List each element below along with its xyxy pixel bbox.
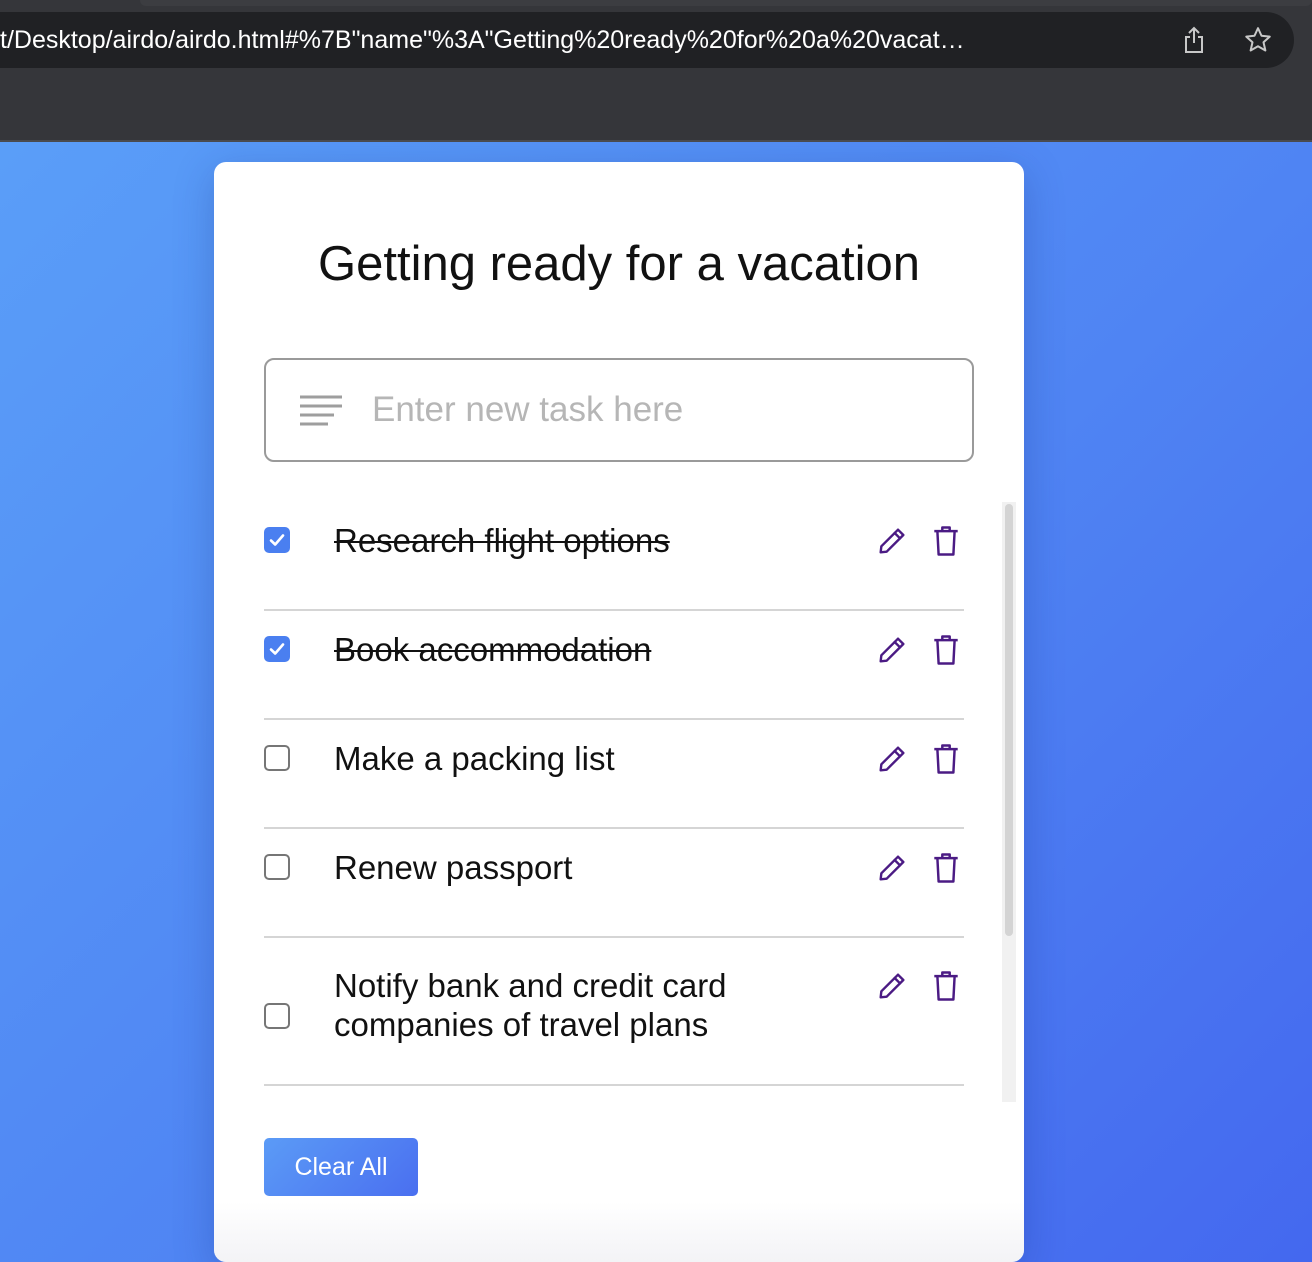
task-label: Confirm rental car or transportation bbox=[334, 1101, 854, 1103]
delete-task-button[interactable] bbox=[926, 966, 966, 1006]
check-icon bbox=[269, 534, 285, 546]
task-checkbox[interactable] bbox=[264, 1003, 290, 1029]
task-row: Book accommodation bbox=[264, 611, 964, 720]
delete-task-button[interactable] bbox=[926, 1101, 966, 1103]
task-label: Make a packing list bbox=[334, 740, 615, 777]
task-list[interactable]: Research flight options Book accommodatio… bbox=[264, 502, 1024, 1102]
edit-task-button[interactable] bbox=[872, 848, 912, 888]
bookmark-button[interactable] bbox=[1240, 22, 1276, 58]
clear-all-button[interactable]: Clear All bbox=[264, 1138, 418, 1196]
trash-icon bbox=[934, 853, 958, 883]
pencil-icon bbox=[879, 855, 905, 881]
task-row: Research flight options bbox=[264, 502, 964, 611]
delete-task-button[interactable] bbox=[926, 630, 966, 670]
edit-task-button[interactable] bbox=[872, 739, 912, 779]
text-lines-icon bbox=[300, 395, 342, 426]
pencil-icon bbox=[879, 528, 905, 554]
edit-task-button[interactable] bbox=[872, 521, 912, 561]
pencil-icon bbox=[879, 973, 905, 999]
delete-task-button[interactable] bbox=[926, 521, 966, 561]
address-bar[interactable]: t/Desktop/airdo/airdo.html#%7B"name"%3A"… bbox=[0, 12, 1294, 68]
new-task-field[interactable] bbox=[264, 358, 974, 462]
trash-icon bbox=[934, 971, 958, 1001]
task-label: Renew passport bbox=[334, 849, 573, 886]
pencil-icon bbox=[879, 637, 905, 663]
task-label: Research flight options bbox=[334, 522, 670, 559]
page-background: Getting ready for a vacation Research fl… bbox=[0, 142, 1312, 1262]
task-checkbox[interactable] bbox=[264, 854, 290, 880]
task-checkbox[interactable] bbox=[264, 527, 290, 553]
task-list-scrollbar[interactable] bbox=[1002, 502, 1016, 1102]
star-icon bbox=[1245, 27, 1271, 52]
pencil-icon bbox=[879, 746, 905, 772]
task-label: Book accommodation bbox=[334, 631, 652, 668]
new-task-input[interactable] bbox=[372, 360, 952, 460]
address-bar-url[interactable]: t/Desktop/airdo/airdo.html#%7B"name"%3A"… bbox=[0, 12, 1160, 68]
edit-task-button[interactable] bbox=[872, 1101, 912, 1103]
delete-task-button[interactable] bbox=[926, 739, 966, 779]
edit-task-button[interactable] bbox=[872, 630, 912, 670]
task-checkbox[interactable] bbox=[264, 636, 290, 662]
edit-task-button[interactable] bbox=[872, 966, 912, 1006]
task-row: Make a packing list bbox=[264, 720, 964, 829]
check-icon bbox=[269, 643, 285, 655]
task-row: Confirm rental car or transportation bbox=[264, 1086, 966, 1103]
task-row: Notify bank and credit card companies of… bbox=[264, 938, 964, 1086]
share-icon bbox=[1185, 26, 1203, 53]
task-row: Renew passport bbox=[264, 829, 964, 938]
share-button[interactable] bbox=[1176, 22, 1212, 58]
trash-icon bbox=[934, 526, 958, 556]
task-checkbox[interactable] bbox=[264, 745, 290, 771]
browser-tab-strip bbox=[140, 0, 1312, 6]
trash-icon bbox=[934, 635, 958, 665]
todo-card: Getting ready for a vacation Research fl… bbox=[214, 162, 1024, 1262]
scrollbar-thumb[interactable] bbox=[1005, 504, 1013, 936]
browser-chrome: t/Desktop/airdo/airdo.html#%7B"name"%3A"… bbox=[0, 0, 1312, 142]
trash-icon bbox=[934, 744, 958, 774]
task-label: Notify bank and credit card companies of… bbox=[334, 967, 727, 1043]
card-bottom-fade bbox=[214, 1202, 1024, 1262]
list-title: Getting ready for a vacation bbox=[318, 237, 920, 291]
delete-task-button[interactable] bbox=[926, 848, 966, 888]
